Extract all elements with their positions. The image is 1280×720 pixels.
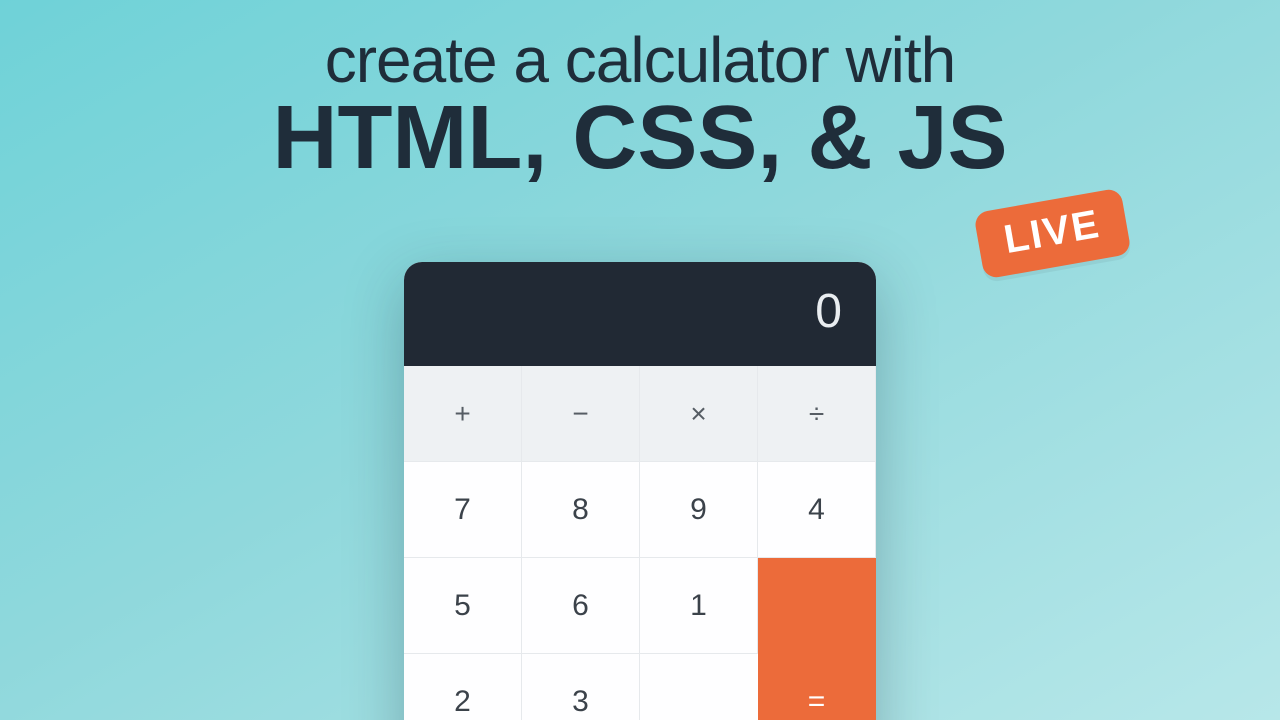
calculator: 0 + − × ÷ 7 8 9 = 4 5 6 1 2 3	[404, 262, 876, 720]
heading-line1: create a calculator with	[0, 28, 1280, 92]
key-times[interactable]: ×	[640, 366, 758, 462]
calculator-display: 0	[404, 262, 876, 366]
key-8[interactable]: 8	[522, 462, 640, 558]
heading-line2: HTML, CSS, & JS	[0, 96, 1280, 182]
key-6[interactable]: 6	[522, 558, 640, 654]
key-5[interactable]: 5	[404, 558, 522, 654]
key-7[interactable]: 7	[404, 462, 522, 558]
key-4[interactable]: 4	[758, 462, 876, 558]
key-2[interactable]: 2	[404, 654, 522, 720]
key-divide[interactable]: ÷	[758, 366, 876, 462]
key-3[interactable]: 3	[522, 654, 640, 720]
key-equals[interactable]: =	[758, 558, 876, 720]
calculator-keys: + − × ÷ 7 8 9 = 4 5 6 1 2 3	[404, 366, 876, 720]
key-minus[interactable]: −	[522, 366, 640, 462]
key-plus[interactable]: +	[404, 366, 522, 462]
key-1[interactable]: 1	[640, 558, 758, 654]
heading-block: create a calculator with HTML, CSS, & JS	[0, 28, 1280, 182]
key-9[interactable]: 9	[640, 462, 758, 558]
live-badge: LIVE	[973, 188, 1131, 280]
